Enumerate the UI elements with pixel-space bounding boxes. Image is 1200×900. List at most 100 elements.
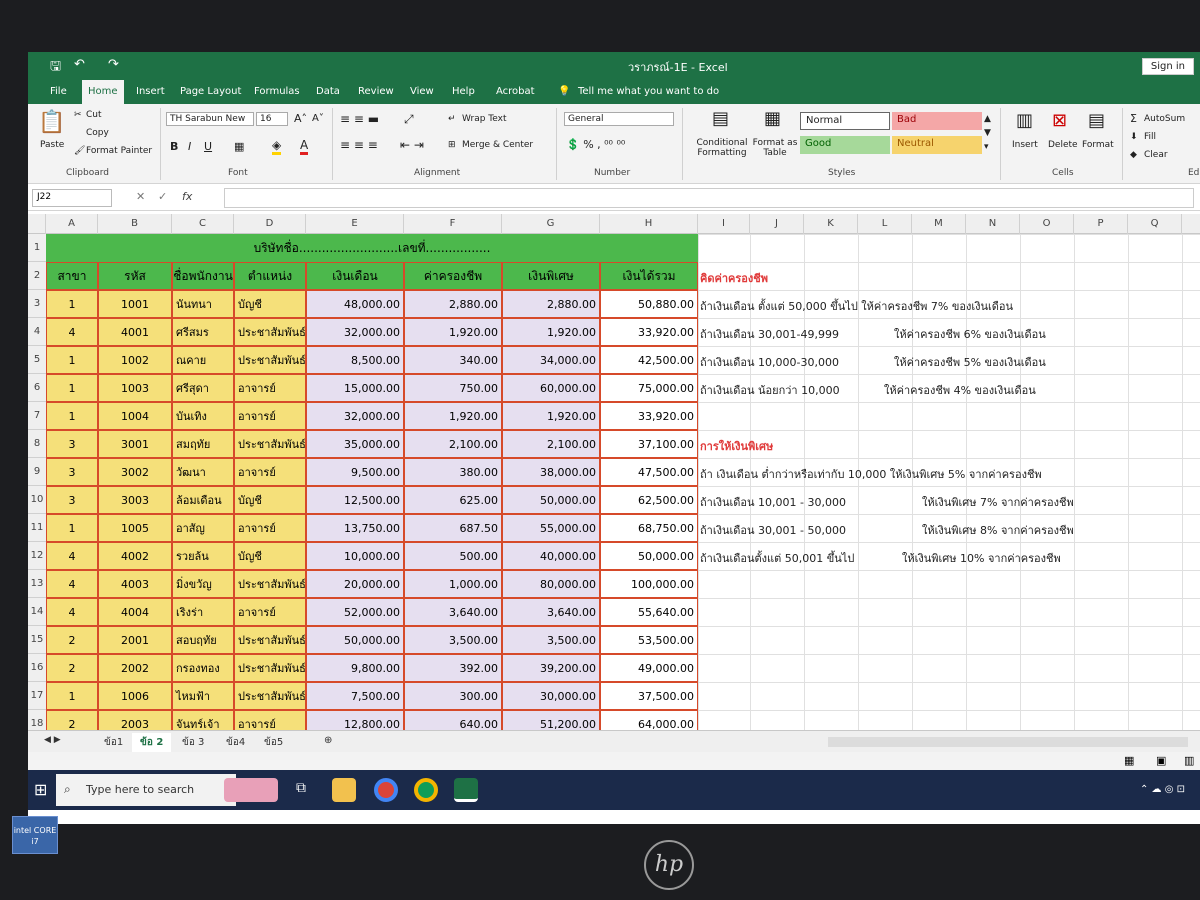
redo-icon[interactable]: ↷ — [108, 57, 119, 72]
table-cell[interactable]: 51,200.00 — [502, 710, 600, 730]
table-cell[interactable]: 1004 — [98, 402, 172, 430]
column-header-C[interactable]: C — [172, 214, 234, 234]
table-cell[interactable]: 32,000.00 — [306, 318, 404, 346]
table-cell[interactable]: 687.50 — [404, 514, 502, 542]
table-cell[interactable]: 1 — [46, 514, 98, 542]
tab-acrobat[interactable]: Acrobat — [490, 84, 541, 99]
enter-icon[interactable]: ✓ — [158, 190, 167, 203]
header-cell[interactable]: เงินพิเศษ — [502, 262, 600, 290]
tab-page-layout[interactable]: Page Layout — [174, 84, 247, 99]
table-cell[interactable]: อาจารย์ — [234, 374, 306, 402]
table-cell[interactable]: อาจารย์ — [234, 710, 306, 730]
search-highlight-icon[interactable] — [224, 778, 278, 802]
table-cell[interactable]: 640.00 — [404, 710, 502, 730]
table-cell[interactable]: 1,920.00 — [404, 402, 502, 430]
table-cell[interactable]: 3 — [46, 430, 98, 458]
bold-button[interactable]: B — [170, 140, 178, 153]
table-cell[interactable]: 1 — [46, 290, 98, 318]
column-header-D[interactable]: D — [234, 214, 306, 234]
sheet-tab-1[interactable]: ข้อ1 — [96, 733, 131, 752]
table-cell[interactable]: เริงร่า — [172, 598, 234, 626]
table-cell[interactable]: 2002 — [98, 654, 172, 682]
table-cell[interactable]: 750.00 — [404, 374, 502, 402]
page-layout-view-icon[interactable]: ▣ — [1156, 754, 1166, 767]
fill-color-icon[interactable]: ◈ — [272, 138, 282, 155]
row-header-14[interactable]: 14 — [28, 598, 46, 626]
table-cell[interactable]: 64,000.00 — [600, 710, 698, 730]
tab-review[interactable]: Review — [352, 84, 400, 99]
table-cell[interactable]: นันทนา — [172, 290, 234, 318]
table-cell[interactable]: 2,880.00 — [404, 290, 502, 318]
sheet-tab-3[interactable]: ข้อ 3 — [174, 733, 212, 752]
table-cell[interactable]: 33,920.00 — [600, 318, 698, 346]
delete-cells-button[interactable]: Delete — [1048, 140, 1078, 150]
table-cell[interactable]: 1 — [46, 402, 98, 430]
tab-home[interactable]: Home — [82, 80, 124, 104]
table-cell[interactable]: 300.00 — [404, 682, 502, 710]
column-header-O[interactable]: O — [1020, 214, 1074, 234]
styles-scroll-icon[interactable]: ▲ ▼ ▾ — [984, 112, 991, 154]
table-cell[interactable]: 2 — [46, 626, 98, 654]
table-cell[interactable]: บันเทิง — [172, 402, 234, 430]
shrink-font-icon[interactable]: A˅ — [312, 113, 324, 124]
column-header-G[interactable]: G — [502, 214, 600, 234]
task-view-icon[interactable]: ⧉ — [296, 780, 306, 796]
table-cell[interactable]: 2003 — [98, 710, 172, 730]
table-cell[interactable]: 50,880.00 — [600, 290, 698, 318]
worksheet-grid[interactable]: ABCDEFGHIJKLMNOPQ 1 2 3 4 5 6 7 8 9 10 11 12 13 14 15 1… — [28, 214, 1200, 730]
table-cell[interactable]: 42,500.00 — [600, 346, 698, 374]
add-sheet-icon[interactable]: ⊕ — [316, 733, 340, 748]
column-header-P[interactable]: P — [1074, 214, 1128, 234]
table-cell[interactable]: 392.00 — [404, 654, 502, 682]
clear-icon[interactable]: ◆ — [1130, 150, 1137, 160]
style-neutral[interactable]: Neutral — [892, 136, 982, 154]
table-cell[interactable]: 15,000.00 — [306, 374, 404, 402]
table-cell[interactable]: 340.00 — [404, 346, 502, 374]
font-color-icon[interactable]: A — [300, 138, 309, 155]
table-cell[interactable]: 2,100.00 — [404, 430, 502, 458]
table-cell[interactable]: 3,640.00 — [404, 598, 502, 626]
table-cell[interactable]: ประชาสัมพันธ์ — [234, 570, 306, 598]
row-header-13[interactable]: 13 — [28, 570, 46, 598]
table-cell[interactable]: สอบฤทัย — [172, 626, 234, 654]
select-all-corner[interactable] — [28, 214, 46, 234]
table-cell[interactable]: 49,000.00 — [600, 654, 698, 682]
sheet-tab-5[interactable]: ข้อ5 — [256, 733, 291, 752]
style-normal[interactable]: Normal — [800, 112, 890, 130]
column-header-H[interactable]: H — [600, 214, 698, 234]
table-cell[interactable]: 2001 — [98, 626, 172, 654]
tab-formulas[interactable]: Formulas — [248, 84, 306, 99]
format-painter-button[interactable]: Format Painter — [86, 146, 152, 156]
row-header-12[interactable]: 12 — [28, 542, 46, 570]
header-cell[interactable]: เงินได้รวม — [600, 262, 698, 290]
file-explorer-icon[interactable] — [332, 778, 356, 802]
conditional-formatting-button[interactable]: Conditional Formatting — [690, 138, 754, 158]
normal-view-icon[interactable]: ▦ — [1124, 754, 1134, 767]
table-cell[interactable]: 4 — [46, 570, 98, 598]
column-header-K[interactable]: K — [804, 214, 858, 234]
undo-icon[interactable]: ↶ — [74, 57, 85, 72]
row-header-15[interactable]: 15 — [28, 626, 46, 654]
table-cell[interactable]: รวยล้น — [172, 542, 234, 570]
table-cell[interactable]: 50,000.00 — [600, 542, 698, 570]
table-cell[interactable]: 3001 — [98, 430, 172, 458]
table-cell[interactable]: 1006 — [98, 682, 172, 710]
table-cell[interactable]: อาจารย์ — [234, 514, 306, 542]
table-cell[interactable]: 3 — [46, 486, 98, 514]
table-cell[interactable]: ประชาสัมพันธ์ — [234, 626, 306, 654]
table-cell[interactable]: ประชาสัมพันธ์ — [234, 346, 306, 374]
table-cell[interactable]: 8,500.00 — [306, 346, 404, 374]
header-cell[interactable]: ชื่อพนักงาน — [172, 262, 234, 290]
table-cell[interactable]: 55,640.00 — [600, 598, 698, 626]
table-cell[interactable]: 12,800.00 — [306, 710, 404, 730]
table-cell[interactable]: อาจารย์ — [234, 458, 306, 486]
column-header-A[interactable]: A — [46, 214, 98, 234]
column-header-I[interactable]: I — [698, 214, 750, 234]
column-header-E[interactable]: E — [306, 214, 404, 234]
table-cell[interactable]: 52,000.00 — [306, 598, 404, 626]
table-cell[interactable]: 1002 — [98, 346, 172, 374]
table-cell[interactable]: 100,000.00 — [600, 570, 698, 598]
table-cell[interactable]: 12,500.00 — [306, 486, 404, 514]
table-cell[interactable]: 4004 — [98, 598, 172, 626]
chrome-icon-2[interactable] — [414, 778, 438, 802]
